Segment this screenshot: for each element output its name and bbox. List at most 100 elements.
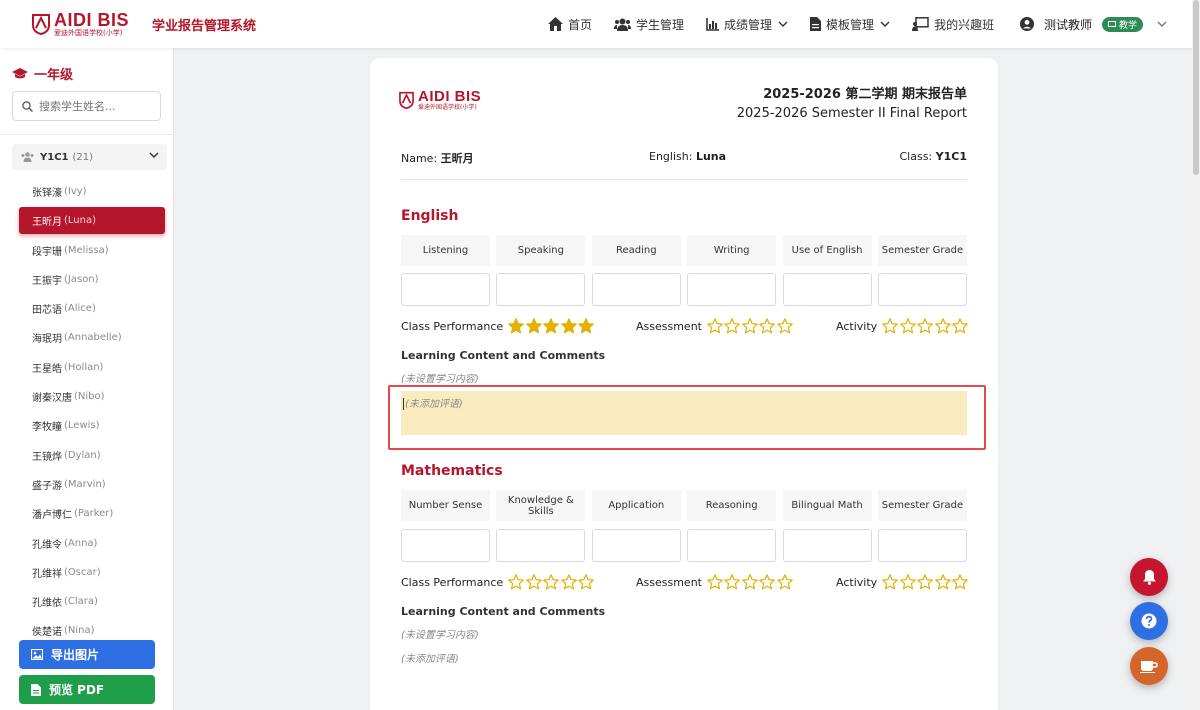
student-item[interactable]: 田芯语 (Alice) xyxy=(19,295,165,322)
star-filled-icon[interactable] xyxy=(578,318,595,334)
image-icon xyxy=(31,649,43,660)
grade-input[interactable] xyxy=(496,273,586,306)
student-item[interactable]: 潘卢博仁 (Parker) xyxy=(19,500,165,527)
grade-input[interactable] xyxy=(782,529,872,562)
star-empty-icon[interactable] xyxy=(952,318,969,334)
student-item[interactable]: 段宇珊 (Melissa) xyxy=(19,237,165,264)
star-empty-icon[interactable] xyxy=(707,574,723,590)
star-empty-icon[interactable] xyxy=(707,318,723,334)
student-name-en: (Luna) xyxy=(64,215,97,227)
help-button[interactable] xyxy=(1130,602,1168,640)
section-title-english: English xyxy=(401,208,459,224)
star-empty-icon[interactable] xyxy=(508,574,525,590)
star-filled-icon[interactable] xyxy=(543,318,560,334)
star-empty-icon[interactable] xyxy=(777,318,793,334)
student-name-cn: 孔维依 xyxy=(32,598,62,610)
nav-interest-class[interactable]: 我的兴趣班 xyxy=(912,16,994,33)
star-empty-icon[interactable] xyxy=(899,574,916,590)
star-empty-icon[interactable] xyxy=(742,574,758,590)
star-filled-icon[interactable] xyxy=(508,318,525,334)
star-empty-icon[interactable] xyxy=(742,318,758,334)
class-group-header[interactable]: Y1C1 (21) xyxy=(12,144,167,170)
student-search-input[interactable] xyxy=(39,99,149,113)
star-rating[interactable] xyxy=(882,574,970,590)
student-item[interactable]: 王星皓 (Hollan) xyxy=(19,354,165,381)
star-rating[interactable] xyxy=(508,574,596,590)
scrollbar-thumb[interactable] xyxy=(1193,0,1199,175)
star-filled-icon[interactable] xyxy=(525,318,542,334)
student-name-en: (Parker) xyxy=(74,508,114,520)
nav-home[interactable]: 首页 xyxy=(548,16,592,33)
grade-input[interactable] xyxy=(496,529,586,562)
star-empty-icon[interactable] xyxy=(759,574,776,590)
star-empty-icon[interactable] xyxy=(934,318,951,334)
notification-button[interactable] xyxy=(1130,558,1168,596)
grade-label: 一年级 xyxy=(34,68,74,83)
star-empty-icon[interactable] xyxy=(934,574,951,590)
coffee-button[interactable] xyxy=(1130,647,1168,685)
student-item[interactable]: 孔维祥 (Oscar) xyxy=(19,559,165,586)
star-empty-icon[interactable] xyxy=(899,318,916,334)
grade-input[interactable] xyxy=(401,529,490,562)
student-item[interactable]: 海珉玥 (Annabelle) xyxy=(19,324,165,351)
column-header: Bilingual Math xyxy=(782,490,872,521)
nav-students[interactable]: 学生管理 xyxy=(614,16,684,33)
student-item[interactable]: 王镜烨 (Dylan) xyxy=(19,442,165,469)
student-name-en: (Clara) xyxy=(64,596,98,608)
student-item[interactable]: 孔维令 (Anna) xyxy=(19,530,165,557)
bell-icon xyxy=(1142,570,1156,585)
grade-input[interactable] xyxy=(782,273,872,306)
nav-grades[interactable]: 成绩管理 xyxy=(706,16,788,33)
grade-input[interactable] xyxy=(591,529,681,562)
nav-label: 首页 xyxy=(568,17,593,32)
math-ratings-row: Class Performance Assessment Activity xyxy=(401,574,970,592)
preview-pdf-button[interactable]: 预览 PDF xyxy=(19,675,155,704)
star-empty-icon[interactable] xyxy=(724,574,741,590)
star-filled-icon[interactable] xyxy=(560,318,577,334)
student-item[interactable]: 张铎濠 (Ivy) xyxy=(19,178,165,205)
grade-input[interactable] xyxy=(687,529,777,562)
page-scrollbar[interactable] xyxy=(1192,0,1200,710)
star-rating[interactable] xyxy=(707,318,795,334)
star-empty-icon[interactable] xyxy=(560,574,577,590)
star-rating[interactable] xyxy=(882,318,970,334)
star-empty-icon[interactable] xyxy=(777,574,793,590)
student-item-selected[interactable]: 王昕月 (Luna) xyxy=(19,207,165,235)
star-empty-icon[interactable] xyxy=(882,318,899,334)
grade-input[interactable] xyxy=(591,273,681,306)
user-menu[interactable]: 测试教师 教学 xyxy=(1020,0,1167,48)
student-item[interactable]: 李牧瞳 (Lewis) xyxy=(19,412,165,439)
grade-input[interactable] xyxy=(687,273,777,306)
learning-content-text[interactable]: (未设置学习内容) xyxy=(401,626,479,641)
app-logo[interactable]: AIDI BIS 爱迪外国语学校(小学) xyxy=(32,11,129,37)
nav-templates[interactable]: 模板管理 xyxy=(810,16,890,33)
main-nav: 首页 学生管理 成绩管理 模板管理 我的兴趣班 xyxy=(548,0,1016,48)
star-empty-icon[interactable] xyxy=(917,574,934,590)
comment-text[interactable]: (未添加评语) xyxy=(401,650,459,665)
student-item[interactable]: 盛子游 (Marvin) xyxy=(19,471,165,498)
star-empty-icon[interactable] xyxy=(917,318,934,334)
info-english-value: Luna xyxy=(695,150,727,163)
student-item[interactable]: 孔维依 (Clara) xyxy=(19,588,165,615)
star-empty-icon[interactable] xyxy=(525,574,542,590)
star-rating[interactable] xyxy=(508,318,596,334)
export-image-button[interactable]: 导出图片 xyxy=(19,640,155,669)
student-search-field[interactable] xyxy=(12,91,161,121)
star-rating[interactable] xyxy=(707,574,795,590)
star-empty-icon[interactable] xyxy=(543,574,560,590)
star-empty-icon[interactable] xyxy=(952,574,969,590)
grade-input[interactable] xyxy=(401,273,490,306)
star-empty-icon[interactable] xyxy=(578,574,595,590)
learning-content-text[interactable]: (未设置学习内容) xyxy=(401,370,479,385)
report-title-en: 2025-2026 Semester II Final Report xyxy=(736,106,967,121)
nav-label: 模板管理 xyxy=(826,17,875,32)
grade-input[interactable] xyxy=(877,529,967,562)
star-empty-icon[interactable] xyxy=(882,574,899,590)
class-performance-rating: Class Performance xyxy=(401,574,596,590)
grade-input[interactable] xyxy=(877,273,967,306)
student-item[interactable]: 王振宇 (Jason) xyxy=(19,266,165,293)
column-header: Reading xyxy=(591,235,681,266)
star-empty-icon[interactable] xyxy=(759,318,776,334)
star-empty-icon[interactable] xyxy=(724,318,741,334)
student-item[interactable]: 谢秦汉唐 (Nibo) xyxy=(19,383,165,410)
